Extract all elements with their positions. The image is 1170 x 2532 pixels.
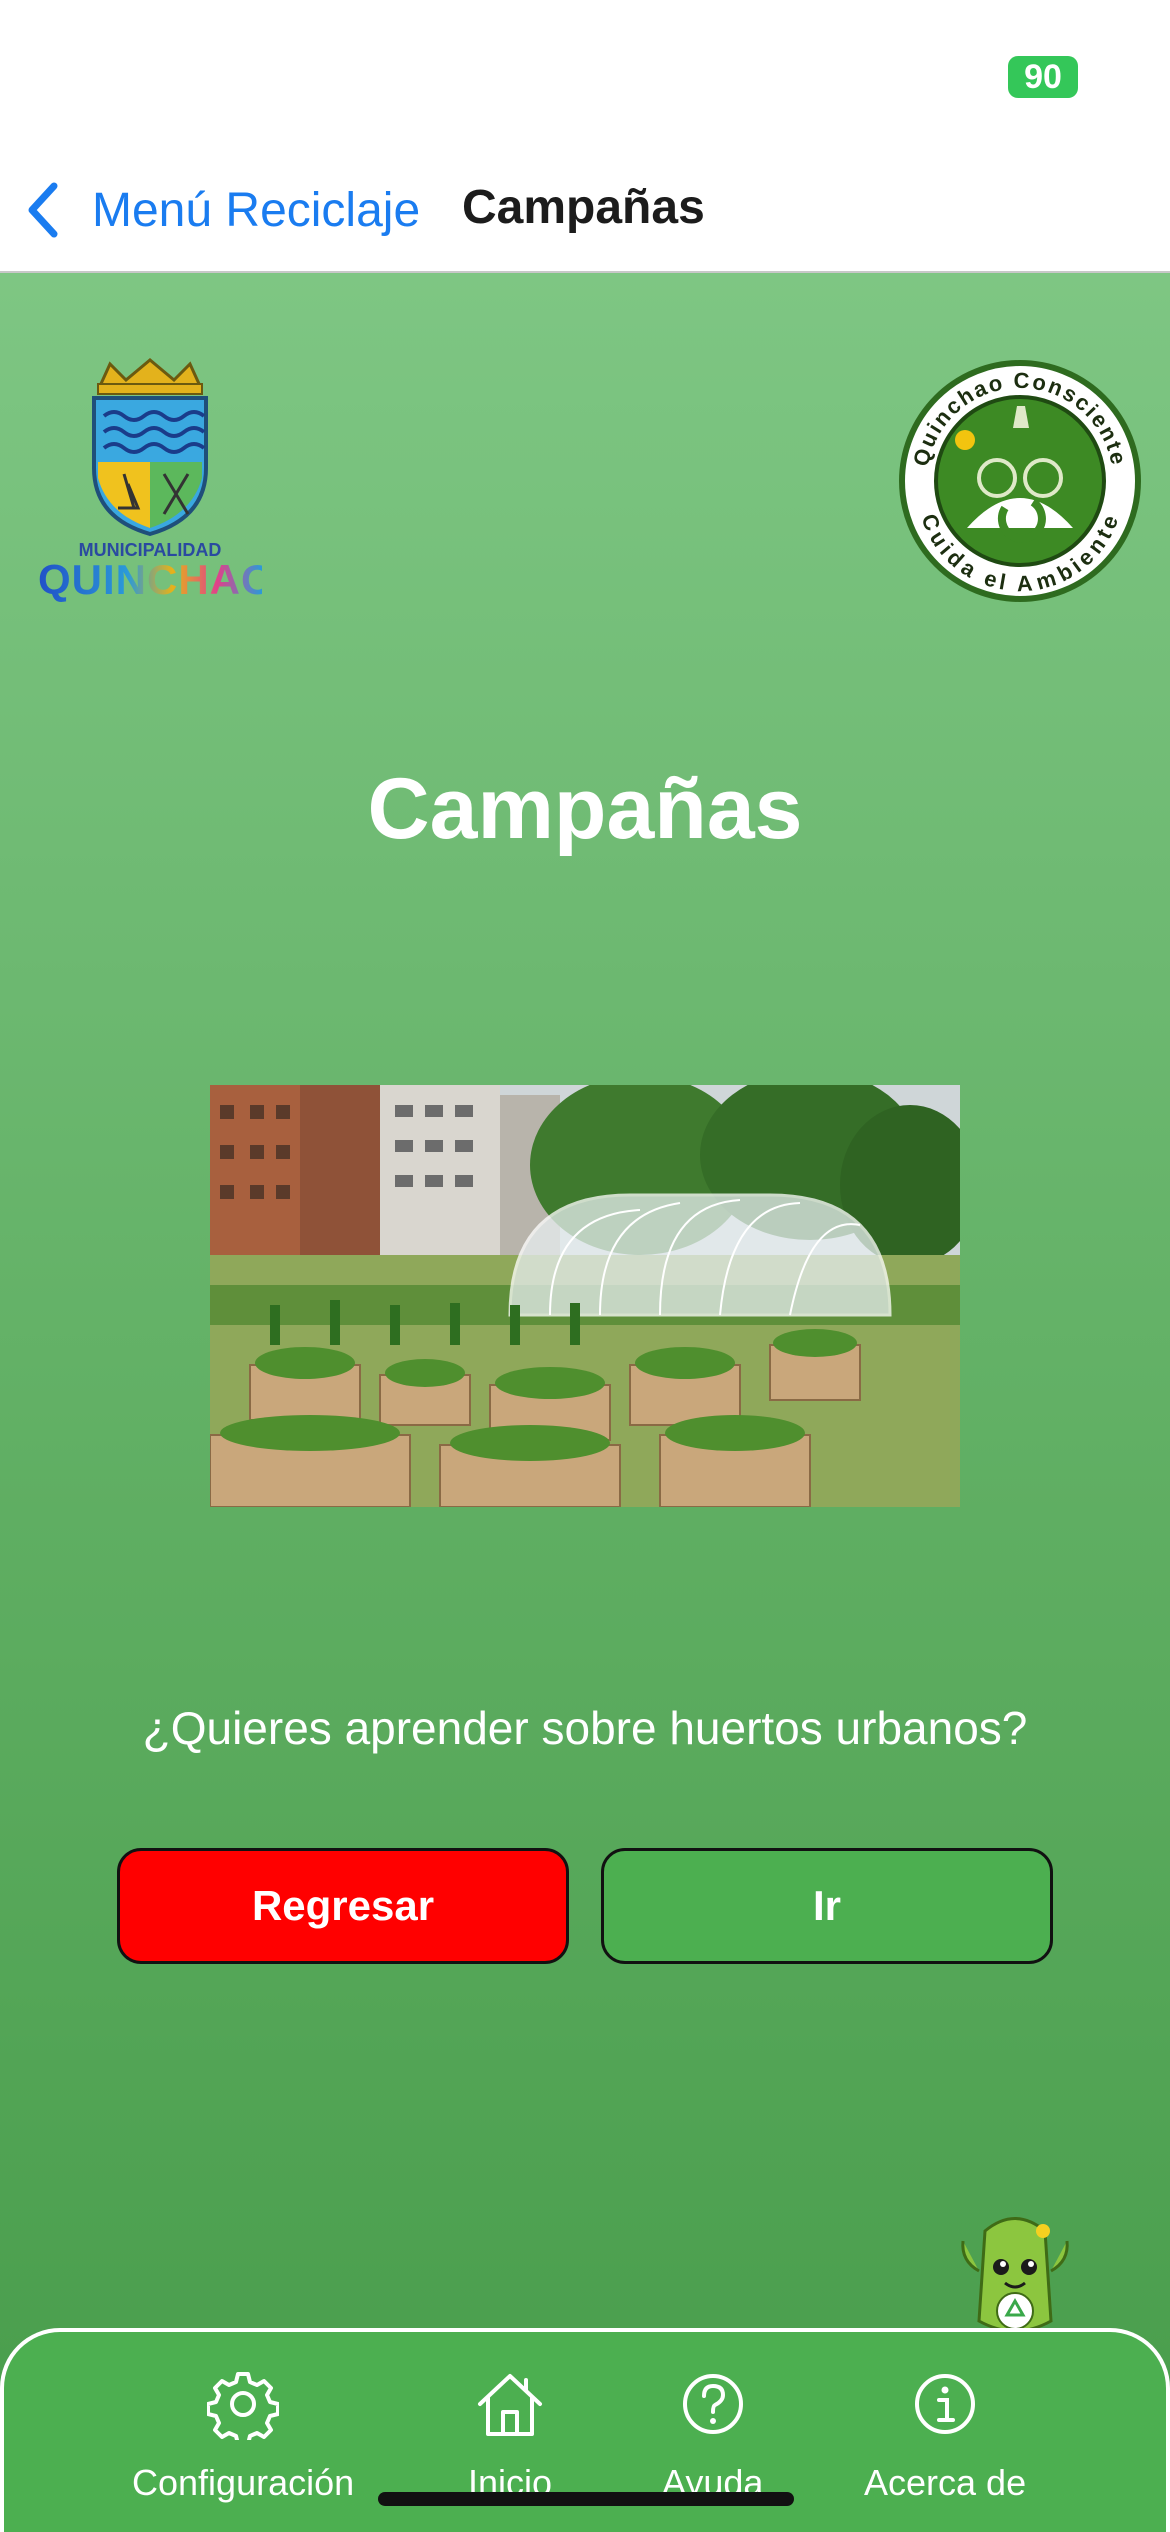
- back-button-label: Menú Reciclaje: [92, 183, 421, 237]
- tab-acerca-de[interactable]: Acerca de: [864, 2368, 1026, 2504]
- eco-badge-icon: Quinchao Consciente Cuida el Ambiente: [899, 360, 1141, 602]
- quinchao-consciente-logo: Quinchao Consciente Cuida el Ambiente: [897, 358, 1143, 604]
- coat-of-arms-icon: [92, 358, 208, 537]
- chevron-left-icon: [28, 182, 58, 238]
- municipality-name: QUINCHAO: [38, 556, 275, 603]
- tab-configuracion[interactable]: Configuración: [132, 2368, 354, 2504]
- tab-inicio[interactable]: Inicio: [468, 2368, 552, 2504]
- battery-level: 90: [1024, 58, 1062, 96]
- page-heading: Campañas: [367, 761, 803, 857]
- main-content: MUNICIPALIDAD QUINCHAO Quinchao Conscien…: [0, 273, 1170, 2532]
- help-icon: [682, 2374, 743, 2434]
- navigation-bar: Menú Reciclaje Campañas: [0, 150, 1170, 273]
- battery-indicator: 90: [1008, 56, 1078, 98]
- ir-button[interactable]: Ir: [601, 1848, 1053, 1964]
- back-button[interactable]: Menú Reciclaje: [24, 174, 420, 246]
- municipality-logo: MUNICIPALIDAD QUINCHAO: [38, 358, 275, 608]
- home-icon: [478, 2374, 543, 2436]
- campaign-question: ¿Quieres aprender sobre huertos urbanos?: [142, 1702, 1028, 1754]
- nav-title: Campañas: [462, 181, 705, 234]
- urban-garden-image: [210, 1085, 960, 1507]
- tab-label-acerca-de: Acerca de: [864, 2462, 1027, 2503]
- home-indicator: [378, 2492, 794, 2506]
- info-icon: [915, 2374, 976, 2434]
- gear-icon: [207, 2372, 280, 2440]
- tab-ayuda[interactable]: Ayuda: [662, 2368, 763, 2504]
- regresar-button[interactable]: Regresar: [117, 1848, 569, 1964]
- tab-label-configuracion: Configuración: [132, 2462, 355, 2503]
- status-bar: 90: [0, 0, 1170, 150]
